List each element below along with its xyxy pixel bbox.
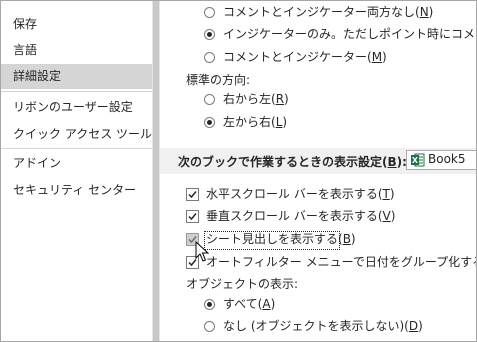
radio-comments-and-indicators[interactable] xyxy=(204,52,215,63)
radio-right-to-left-label[interactable]: 右から左(R) xyxy=(223,91,289,107)
workbook-select[interactable]: X Book5 xyxy=(406,150,476,170)
sidebar-item-label: リボンのユーザー設定 xyxy=(13,100,133,114)
workbook-section-title: 次のブックで作業するときの表示設定(B): xyxy=(178,155,407,169)
advanced-options-panel: コメントとインジケーター両方なし(N) インジケーターのみ。ただしポイント時にコ… xyxy=(160,1,476,341)
radio-left-to-right[interactable] xyxy=(204,117,215,128)
workbook-display-section-header: 次のブックで作業するときの表示設定(B): X Book5 xyxy=(160,148,476,174)
sidebar-item-label: 保存 xyxy=(13,17,38,31)
checkbox-sheet-tabs-label[interactable]: シート見出しを表示する(B) xyxy=(206,231,356,247)
checkbox-autofilter-group-dates-label[interactable]: オートフィルター メニューで日付をグループ化する(G) xyxy=(206,254,476,270)
sidebar-item-quick-access-toolbar[interactable]: クイック アクセス ツール バー xyxy=(1,122,180,147)
sidebar-item-label: 言語 xyxy=(13,43,38,57)
radio-indicators-only-label[interactable]: インジケーターのみ。ただしポイント時にコメントを表示(I) xyxy=(223,26,476,42)
sidebar-item-label: 詳細設定 xyxy=(13,69,62,83)
mouse-pointer-icon xyxy=(195,241,209,262)
sidebar-item-customize-ribbon[interactable]: リボンのユーザー設定 xyxy=(1,95,152,120)
sidebar-item-trust-center[interactable]: セキュリティ センター xyxy=(1,178,152,203)
checkbox-horizontal-scrollbar-label[interactable]: 水平スクロール バーを表示する(T) xyxy=(206,186,395,202)
radio-show-all-objects-label[interactable]: すべて(A) xyxy=(223,296,275,312)
radio-hide-objects[interactable] xyxy=(204,321,215,332)
radio-comments-and-indicators-label[interactable]: コメントとインジケーター(M) xyxy=(223,49,387,65)
radio-hide-objects-label[interactable]: なし (オブジェクトを表示しない)(D) xyxy=(223,318,423,334)
radio-left-to-right-label[interactable]: 左から右(L) xyxy=(223,114,287,130)
radio-show-all-objects[interactable] xyxy=(204,299,215,310)
sidebar-item-language[interactable]: 言語 xyxy=(1,38,152,63)
options-sidebar: 保存 言語 詳細設定 リボンのユーザー設定 クイック アクセス ツール バー ア… xyxy=(1,1,180,341)
sidebar-divider xyxy=(1,91,152,92)
sidebar-divider xyxy=(1,148,152,149)
checkbox-vertical-scrollbar[interactable] xyxy=(186,210,199,223)
sidebar-item-addins[interactable]: アドイン xyxy=(1,151,152,176)
excel-icon: X xyxy=(411,153,425,167)
objects-heading: オブジェクトの表示: xyxy=(186,277,299,291)
radio-indicators-only[interactable] xyxy=(204,29,215,40)
sidebar-item-label: セキュリティ センター xyxy=(13,183,137,197)
sidebar-item-advanced[interactable]: 詳細設定 xyxy=(1,64,152,89)
checkmark-icon xyxy=(188,191,197,199)
sidebar-item-save[interactable]: 保存 xyxy=(1,12,152,37)
direction-heading: 標準の方向: xyxy=(186,73,251,87)
checkmark-icon xyxy=(188,213,197,221)
checkbox-horizontal-scrollbar[interactable] xyxy=(186,188,199,201)
options-dialog: 保存 言語 詳細設定 リボンのユーザー設定 クイック アクセス ツール バー ア… xyxy=(0,0,477,342)
radio-right-to-left[interactable] xyxy=(204,94,215,105)
radio-no-comments[interactable] xyxy=(204,7,215,18)
scrollbar-thumb[interactable] xyxy=(153,1,159,341)
sidebar-item-label: アドイン xyxy=(13,156,62,170)
workbook-select-value: Book5 xyxy=(428,152,466,166)
radio-no-comments-label[interactable]: コメントとインジケーター両方なし(N) xyxy=(223,4,433,20)
svg-text:X: X xyxy=(412,156,419,165)
checkbox-vertical-scrollbar-label[interactable]: 垂直スクロール バーを表示する(V) xyxy=(206,208,395,224)
